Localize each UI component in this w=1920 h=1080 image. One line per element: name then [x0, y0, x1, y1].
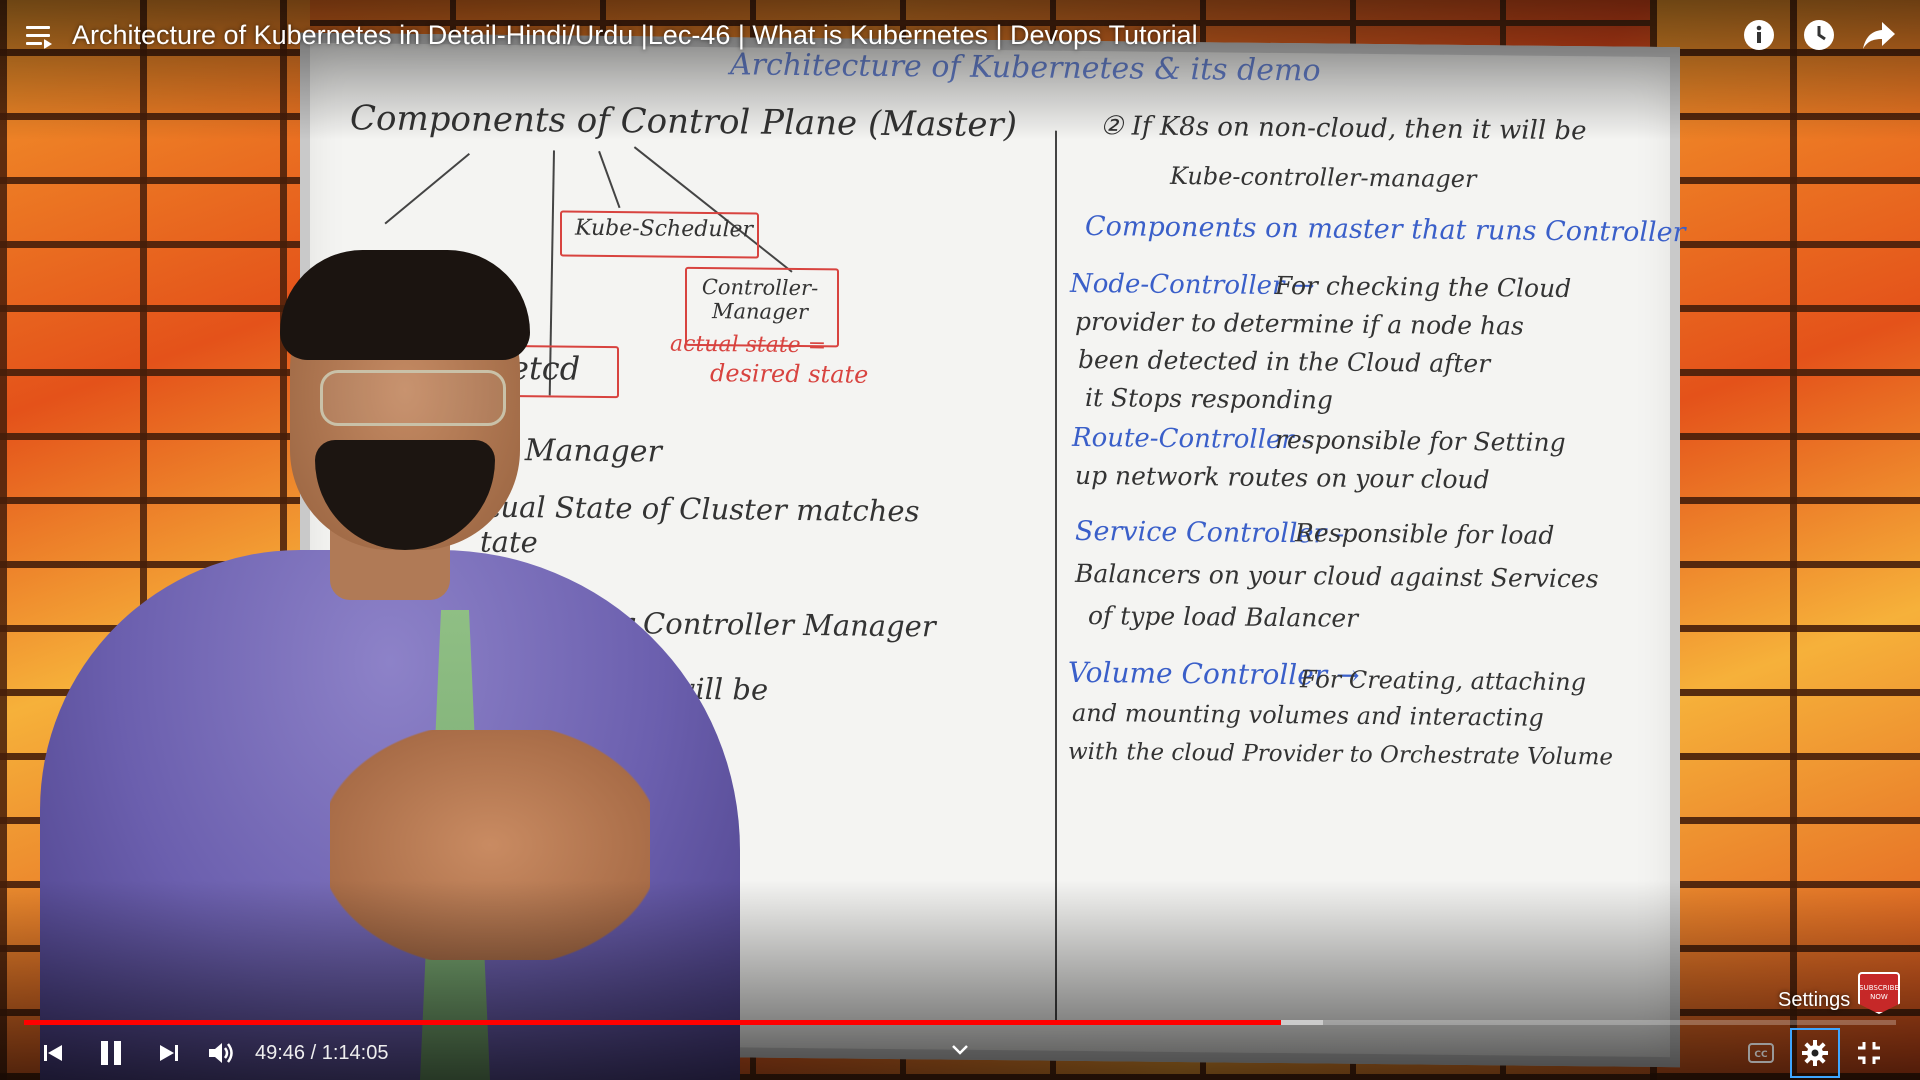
- video-frame[interactable]: Architecture of Kubernetes & its demo Co…: [0, 0, 1920, 1080]
- info-icon[interactable]: [1740, 16, 1778, 54]
- settings-focus-ring: [1790, 1028, 1840, 1078]
- progress-played: [24, 1020, 1282, 1025]
- point2-line2: Kube-controller-manager: [1170, 161, 1477, 194]
- volume-desc-3: with the cloud Provider to Orchestrate V…: [1068, 738, 1614, 771]
- arrow-line: [384, 153, 470, 225]
- brick-wall-right: [1650, 0, 1920, 1080]
- board-left-title: Components of Control Plane (Master): [350, 98, 1018, 146]
- presenter: [0, 250, 760, 1080]
- service-desc-2: Balancers on your cloud against Services: [1075, 558, 1599, 594]
- node-desc-2: provider to determine if a node has: [1075, 306, 1524, 341]
- top-right-actions: [1740, 16, 1898, 54]
- kube-scheduler-label: Kube-Scheduler: [575, 215, 754, 243]
- route-desc-2: up network routes on your cloud: [1075, 460, 1490, 495]
- share-icon[interactable]: [1860, 16, 1898, 54]
- player-controls: 49:46 / 1:14:05 CC: [0, 1028, 1920, 1080]
- volume-desc-2: and mounting volumes and interacting: [1072, 698, 1544, 732]
- service-desc-3: of type load Balancer: [1088, 601, 1359, 633]
- node-desc-4: it Stops responding: [1085, 382, 1333, 415]
- route-desc-1: responsible for Setting: [1275, 424, 1566, 458]
- clock-icon[interactable]: [1800, 16, 1838, 54]
- video-player[interactable]: Architecture of Kubernetes & its demo Co…: [0, 0, 1920, 1080]
- arrow-line: [598, 150, 621, 209]
- components-title: Components on master that runs Controlle…: [1085, 210, 1686, 249]
- glasses: [320, 370, 506, 426]
- player-top-bar: Architecture of Kubernetes in Detail-Hin…: [0, 0, 1920, 72]
- captions-icon[interactable]: CC: [1736, 1030, 1786, 1076]
- skip-previous-icon[interactable]: [28, 1030, 78, 1076]
- chevron-down-icon[interactable]: [946, 1038, 974, 1062]
- video-title[interactable]: Architecture of Kubernetes in Detail-Hin…: [72, 20, 1198, 51]
- volume-desc-1: For Creating, attaching: [1300, 665, 1586, 697]
- settings-tooltip: Settings: [1778, 989, 1851, 1011]
- playlist-menu-icon[interactable]: [26, 26, 54, 50]
- pause-icon[interactable]: [86, 1030, 136, 1076]
- svg-text:CC: CC: [1754, 1050, 1768, 1060]
- volume-icon[interactable]: [196, 1030, 246, 1076]
- time-display: 49:46 / 1:14:05: [255, 1042, 389, 1064]
- point2-line1: ② If K8s on non-cloud, then it will be: [1100, 111, 1587, 147]
- board-divider: [1055, 130, 1057, 1021]
- exit-fullscreen-icon[interactable]: [1844, 1030, 1894, 1076]
- service-desc-1: Responsible for load: [1295, 518, 1555, 550]
- node-desc-1: For checking the Cloud: [1275, 270, 1572, 304]
- progress-bar[interactable]: [24, 1020, 1896, 1025]
- node-desc-3: been detected in the Cloud after: [1078, 344, 1491, 379]
- skip-next-icon[interactable]: [144, 1030, 194, 1076]
